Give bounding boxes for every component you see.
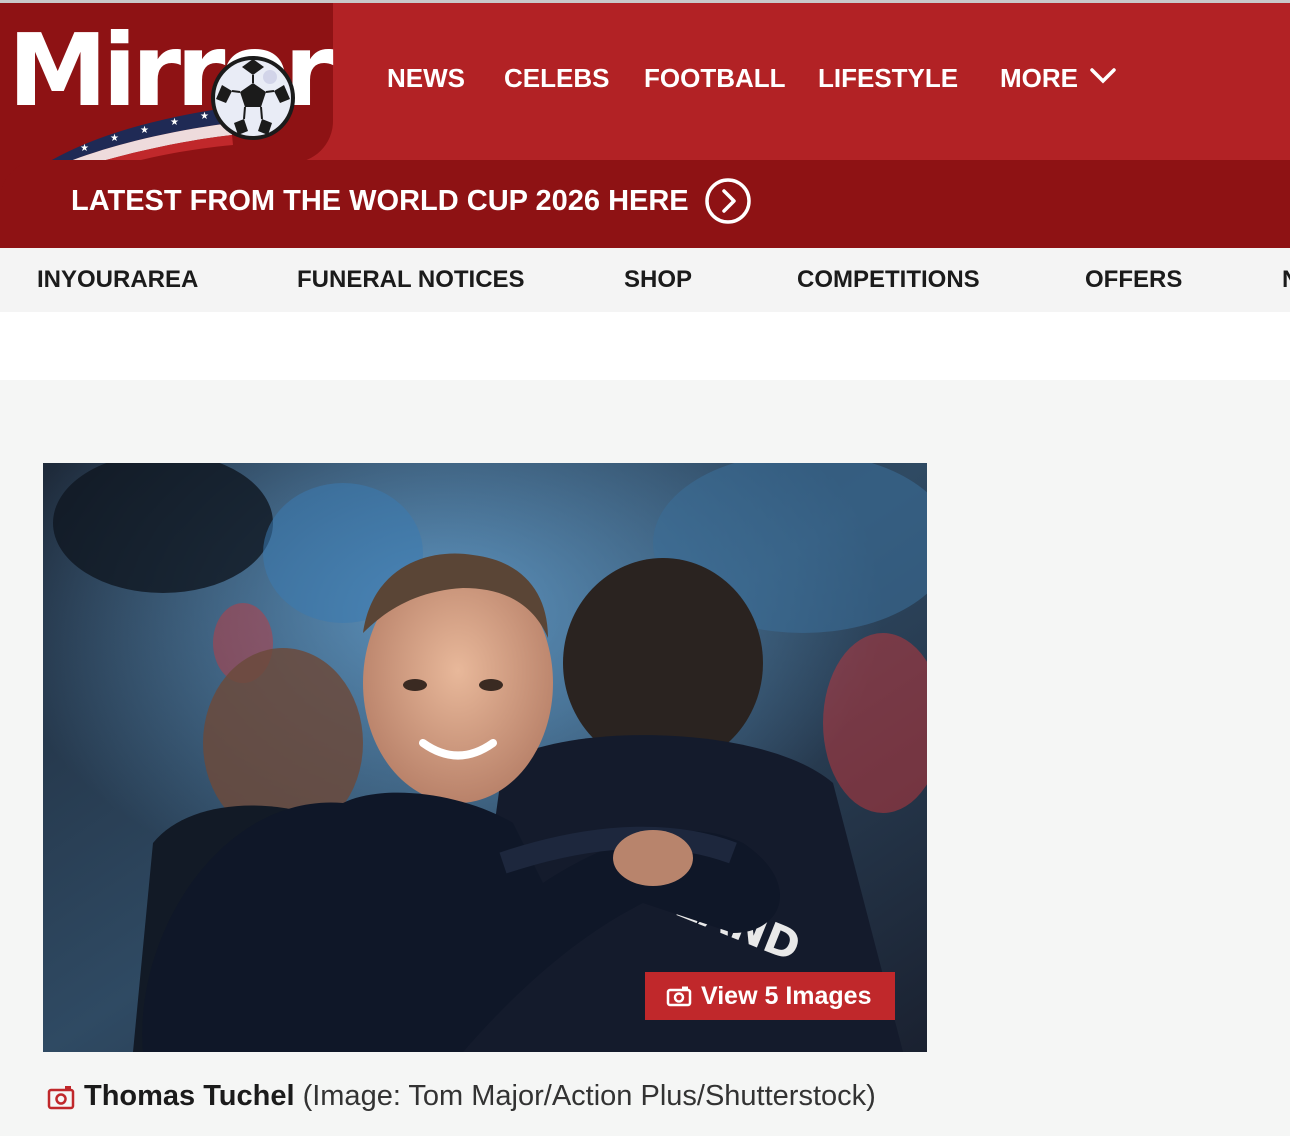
sub-nav-truncated[interactable]: N [1282,266,1290,294]
nav-news[interactable]: NEWS [387,63,465,94]
caption-credit: (Image: Tom Major/Action Plus/Shuttersto… [302,1080,876,1112]
camera-icon [47,1085,75,1109]
nav-lifestyle[interactable]: LIFESTYLE [818,63,958,94]
circle-arrow-right-icon[interactable] [703,176,753,226]
sub-nav-competitions[interactable]: COMPETITIONS [797,266,980,294]
banner-text[interactable]: LATEST FROM THE WORLD CUP 2026 HERE [71,185,689,218]
image-caption: Thomas Tuchel (Image: Tom Major/Action P… [47,1080,876,1113]
svg-text:★: ★ [170,117,179,128]
svg-text:★: ★ [140,125,149,136]
world-cup-banner[interactable]: LATEST FROM THE WORLD CUP 2026 HERE [0,160,1290,248]
article-hero-image[interactable]: LAND [43,463,927,1052]
photo-illustration: LAND [43,463,927,1052]
nav-more[interactable]: MORE [1000,63,1078,94]
chevron-down-icon[interactable] [1089,65,1117,87]
football-icon [211,56,295,140]
sub-nav-inyourarea[interactable]: INYOURAREA [37,266,198,294]
sub-nav-shop[interactable]: SHOP [624,266,692,294]
secondary-nav: INYOURAREA FUNERAL NOTICES SHOP COMPETIT… [0,248,1290,312]
nav-football[interactable]: FOOTBALL [644,63,786,94]
view-images-button[interactable]: View 5 Images [645,972,895,1020]
site-header: Mirror ★ ★ ★ ★ ★ NEWS CELEBS FOOTBALL LI… [0,0,1290,163]
view-images-label: View 5 Images [701,981,872,1010]
svg-text:★: ★ [80,143,89,154]
camera-icon [666,986,692,1007]
sub-nav-funeral-notices[interactable]: FUNERAL NOTICES [297,266,525,294]
sub-nav-offers[interactable]: OFFERS [1085,266,1182,294]
logo[interactable]: Mirror ★ ★ ★ ★ ★ [0,3,333,163]
caption-name: Thomas Tuchel [84,1080,295,1112]
nav-celebs[interactable]: CELEBS [504,63,609,94]
svg-text:★: ★ [110,133,119,144]
ad-spacer [0,312,1290,380]
